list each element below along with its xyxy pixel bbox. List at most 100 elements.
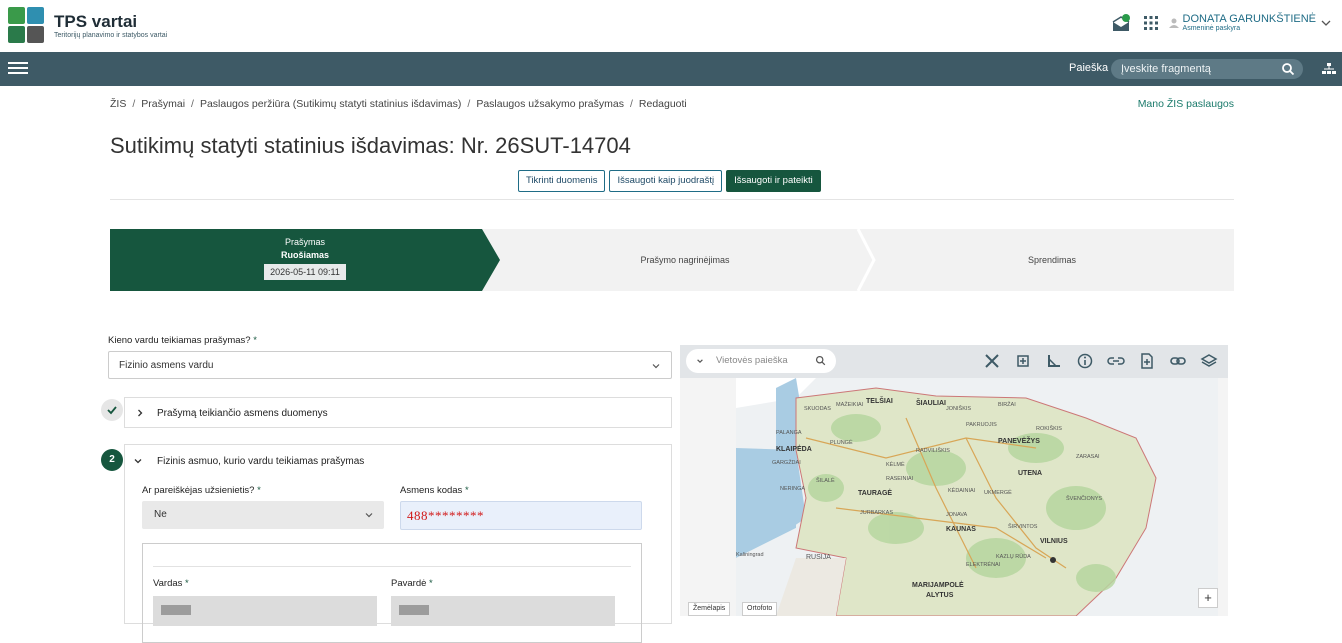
map-label: ŠVENČIONYS (1066, 496, 1103, 502)
top-bar: TPS vartai Teritorijų planavimo ir staty… (0, 0, 1342, 52)
redacted-mask (161, 605, 191, 615)
map-image (736, 378, 1218, 616)
panel-title: Fizinis asmuo, kurio vardu teikiamas pra… (157, 456, 365, 467)
search-input[interactable] (1121, 61, 1281, 77)
apps-grid-icon[interactable] (1143, 15, 1159, 31)
map-label: MARIJAMPOLĖ (912, 582, 964, 589)
map-label: UTENA (1018, 470, 1043, 477)
map-label: ŠIAULIAI (916, 400, 946, 407)
add-layer-icon[interactable] (1014, 352, 1032, 370)
map-label: JURBARKAS (860, 510, 894, 516)
zoom-in-button[interactable]: + (1198, 588, 1218, 608)
first-name-label: Vardas * (153, 578, 189, 589)
on-behalf-value: Fizinio asmens vardu (119, 360, 214, 371)
map-label: TELŠIAI (866, 398, 893, 405)
map-label: VILNIUS (1040, 538, 1068, 545)
divider (153, 566, 631, 567)
map-label: PAKRUOJIS (966, 422, 997, 428)
step-date: 2026-05-11 09:11 (264, 264, 346, 280)
user-area: DONATA GARUNKŠTIENĖ Asmeninė paskyra (1111, 10, 1332, 36)
map-label: JONIŠKIS (946, 406, 972, 412)
app-logo[interactable] (8, 7, 44, 43)
notifications-icon[interactable] (1111, 13, 1133, 33)
step-state: Ruošiamas (280, 250, 330, 260)
map-toolbar: Vietovės paieška (680, 345, 1228, 378)
angle-measure-icon[interactable] (1045, 352, 1063, 370)
last-name-label: Pavardė * (391, 578, 433, 589)
first-name-field[interactable] (153, 596, 377, 626)
link-icon[interactable] (1169, 352, 1187, 370)
map-tab-orthophoto[interactable]: Ortofoto (742, 602, 778, 616)
map-label: RADVILIŠKIS (916, 448, 950, 454)
foreigner-select[interactable]: Ne (142, 501, 384, 529)
map-tab-map[interactable]: Žemėlapis (688, 602, 731, 616)
map-widget: Vietovės paieška TELŠIAI ŠIAULIAI KLAIPĖ… (680, 345, 1228, 616)
search-icon[interactable] (815, 355, 826, 366)
my-services-link[interactable]: Mano ŽIS paslaugos (1138, 98, 1234, 110)
map-label: KAZLŲ RŪDA (996, 554, 1031, 560)
logo-person-icon (27, 7, 44, 24)
nav-bar: Paieška (0, 52, 1342, 86)
step-title: Prašymas (284, 237, 325, 247)
map-label: KĖDAINIAI (948, 488, 976, 494)
map-label: UKMERGĖ (984, 490, 1012, 496)
user-account-link: Asmeninė paskyra (1182, 25, 1241, 32)
map-label: PLUNGĖ (830, 440, 853, 446)
step-number-badge: 2 (101, 449, 123, 471)
logo-binoculars-icon (8, 7, 25, 24)
panel-title: Prašymą teikiančio asmens duomenys (157, 408, 328, 419)
last-name-field[interactable] (391, 596, 615, 626)
natural-person-panel: Fizinis asmuo, kurio vardu teikiamas pra… (124, 444, 672, 643)
breadcrumb-item-order-request[interactable]: Paslaugos užsakymo prašymas (476, 98, 624, 110)
personal-code-label: Asmens kodas * (400, 485, 469, 496)
divider (110, 199, 1234, 200)
menu-icon[interactable] (8, 59, 28, 79)
measure-tools-icon[interactable] (983, 352, 1001, 370)
map-label: ROKIŠKIS (1036, 426, 1062, 432)
chevron-down-icon (1321, 20, 1331, 26)
map-label: JONAVA (946, 512, 968, 518)
step-review: Prašymo nagrinėjimas (640, 255, 730, 265)
breadcrumb-item-requests[interactable]: Prašymai (141, 98, 185, 110)
map-label: PALANGA (776, 430, 802, 436)
search-icon[interactable] (1281, 62, 1295, 76)
layers-icon[interactable] (1200, 352, 1218, 370)
personal-code-input[interactable]: 488******** (400, 501, 642, 530)
save-draft-button[interactable]: Išsaugoti kaip juodraštį (609, 170, 723, 192)
on-behalf-select[interactable]: Fizinio asmens vardu (108, 351, 672, 379)
user-name: DONATA GARUNKŠTIENĖ (1182, 13, 1316, 25)
map-label: ZARASAI (1076, 454, 1100, 460)
map-label: KLAIPĖDA (776, 446, 812, 453)
action-buttons: Tikrinti duomenis Išsaugoti kaip juodraš… (518, 170, 821, 192)
logo-pen-icon (27, 26, 44, 43)
map-search[interactable]: Vietovės paieška (686, 349, 836, 373)
map-label: GARGŽDAI (772, 460, 801, 466)
map-label: ALYTUS (926, 592, 954, 599)
chevron-down-icon[interactable] (696, 357, 704, 365)
page-title: Sutikimų statyti statinius išdavimas: Nr… (110, 133, 631, 158)
map-label: MAŽEIKIAI (836, 402, 864, 408)
map-label: KAUNAS (946, 526, 976, 533)
save-submit-button[interactable]: Išsaugoti ir pateikti (726, 170, 821, 192)
map-label: PANEVĖŽYS (998, 438, 1040, 445)
app-title[interactable]: TPS vartai (54, 12, 137, 32)
breadcrumb-item-zis[interactable]: ŽIS (110, 98, 126, 110)
sitemap-icon[interactable] (1322, 63, 1336, 75)
user-menu[interactable]: DONATA GARUNKŠTIENĖ Asmeninė paskyra (1168, 13, 1332, 32)
chevron-down-icon[interactable] (133, 456, 143, 466)
map-canvas[interactable]: TELŠIAI ŠIAULIAI KLAIPĖDA PANEVĖŽYS UTEN… (736, 378, 1218, 616)
map-search-placeholder: Vietovės paieška (716, 355, 788, 366)
applicant-data-panel[interactable]: Prašymą teikiančio asmens duomenys (124, 397, 672, 428)
link-edit-icon[interactable] (1107, 352, 1125, 370)
map-label: TAURAGĖ (858, 490, 893, 497)
map-label: ŠILALĖ (816, 478, 835, 484)
export-pdf-icon[interactable] (1138, 352, 1156, 370)
completed-check-icon (101, 399, 123, 421)
map-label: RUSIJA (806, 554, 831, 561)
chevron-right-icon (138, 409, 143, 417)
info-icon[interactable] (1076, 352, 1094, 370)
check-data-button[interactable]: Tikrinti duomenis (518, 170, 606, 192)
foreigner-label: Ar pareiškėjas užsienietis? * (142, 485, 261, 496)
step-decision: Sprendimas (1027, 255, 1077, 265)
breadcrumb-item-service-view[interactable]: Paslaugos peržiūra (Sutikimų statyti sta… (200, 98, 461, 110)
